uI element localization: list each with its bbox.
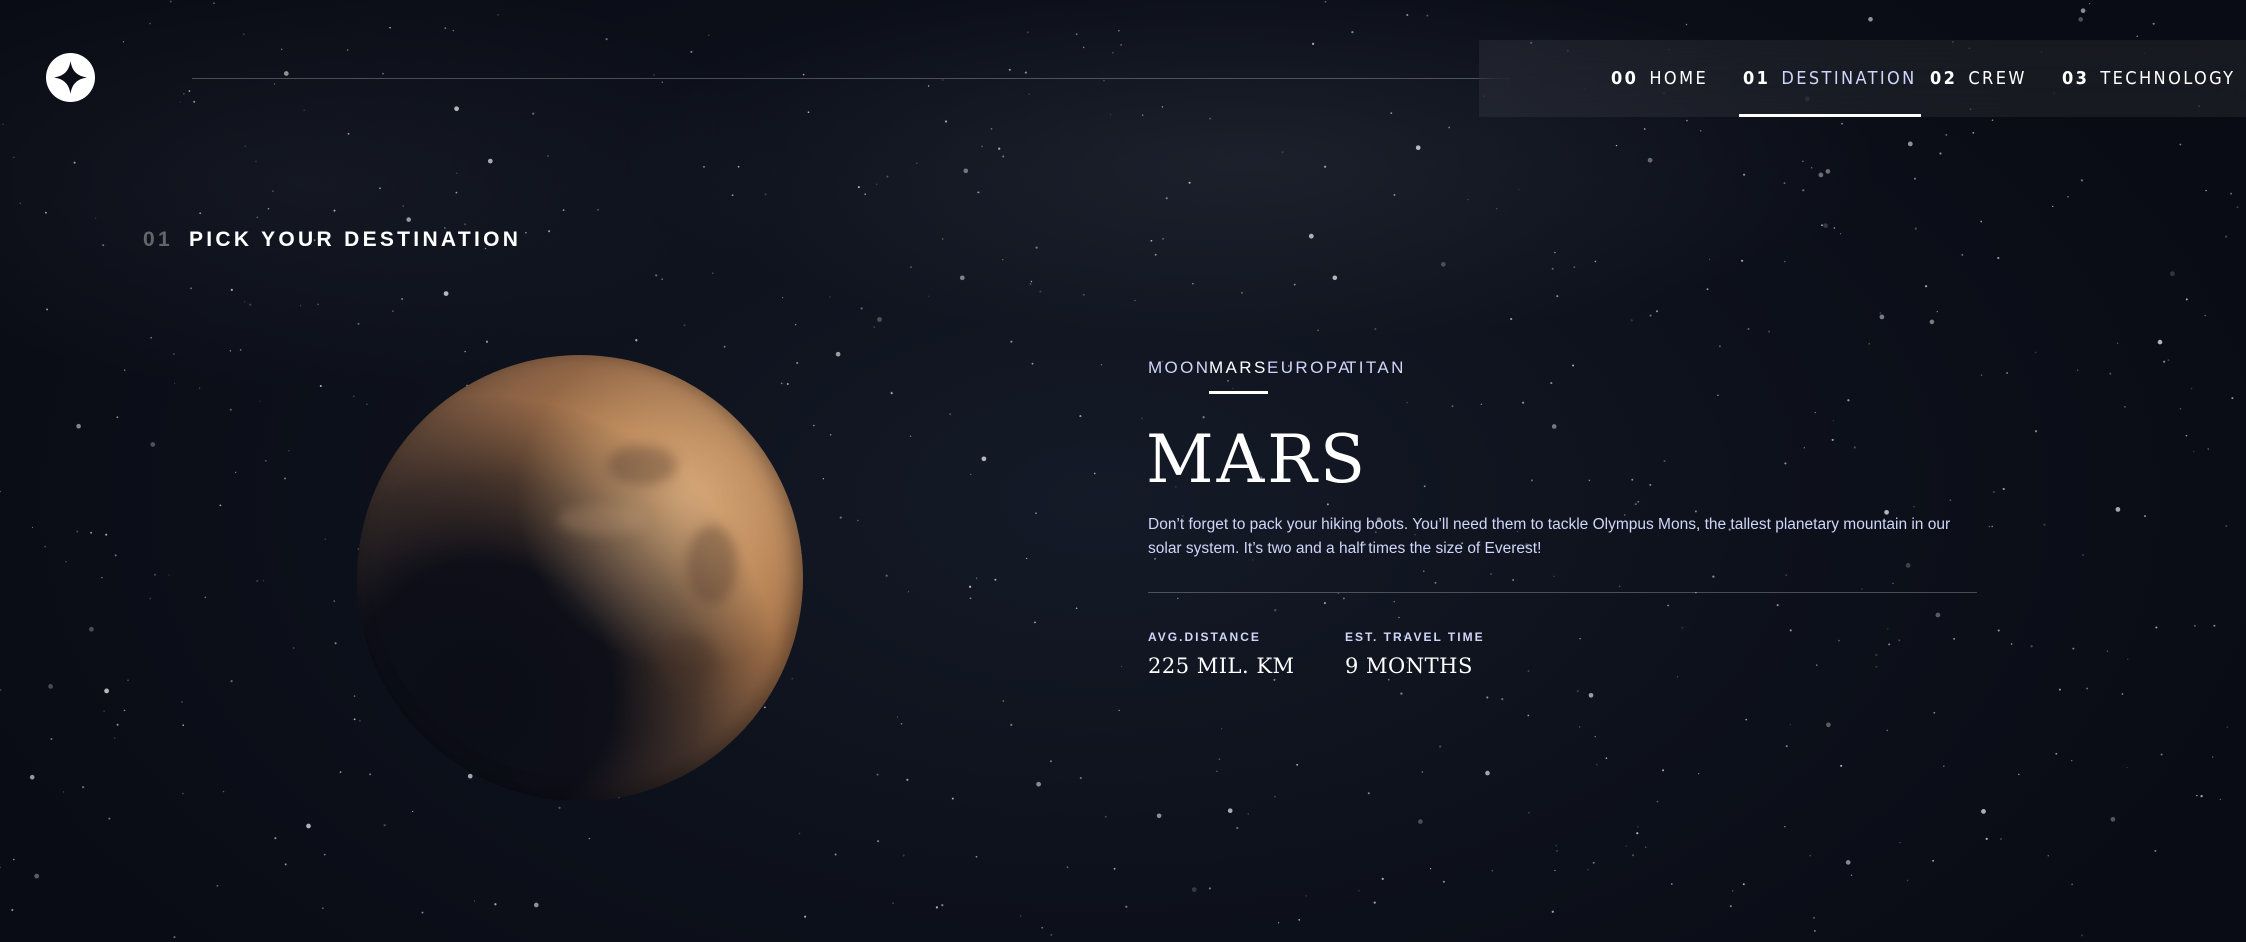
page-title-number: 01 (143, 228, 173, 251)
page-title-text: PICK YOUR DESTINATION (188, 228, 522, 251)
stat-avg-distance: AVG.DISTANCE 225 MIL. KM (1148, 630, 1295, 678)
star-logo-icon[interactable] (46, 53, 95, 102)
starfield (0, 0, 2239, 939)
nav-number: 01 (1743, 68, 1771, 89)
header-divider (192, 78, 1510, 79)
destination-name: MARS (1146, 421, 1369, 498)
stat-travel-time: EST. TRAVEL TIME 9 MONTHS (1345, 630, 1485, 678)
destination-description: Don’t forget to pack your hiking boots. … (1148, 516, 1951, 557)
stat-value: 225 MIL. KM (1148, 654, 1295, 678)
nav-number: 00 (1611, 68, 1639, 89)
nav-label: DESTINATION (1781, 68, 1917, 89)
page-title: 01 PICK YOUR DESTINATION (143, 228, 521, 252)
stat-label: EST. TRAVEL TIME (1345, 630, 1485, 644)
tab-titan[interactable]: TITAN (1346, 358, 1406, 394)
main-navigation: 00 HOME 01 DESTINATION 02 CREW 03 TECHNO… (1479, 40, 2246, 117)
space-background (0, 0, 2246, 942)
tab-europa[interactable]: EUROPA (1267, 358, 1352, 394)
tab-mars[interactable]: MARS (1209, 358, 1268, 394)
nav-number: 03 (2062, 68, 2090, 89)
stat-value: 9 MONTHS (1345, 654, 1473, 678)
nav-item-crew[interactable]: 02 CREW (1930, 40, 2027, 117)
nav-label: TECHNOLOGY (2100, 68, 2236, 89)
destination-divider (1148, 592, 1977, 593)
tab-moon[interactable]: MOON (1148, 358, 1210, 394)
nav-item-destination[interactable]: 01 DESTINATION (1739, 40, 1921, 117)
nav-item-home[interactable]: 00 HOME (1611, 40, 1708, 117)
nav-item-technology[interactable]: 03 TECHNOLOGY (2062, 40, 2235, 117)
nav-label: CREW (1968, 68, 2027, 89)
mars-planet-image (357, 355, 803, 801)
nav-label: HOME (1649, 68, 1709, 89)
nav-number: 02 (1930, 68, 1958, 89)
stat-label: AVG.DISTANCE (1148, 630, 1261, 644)
